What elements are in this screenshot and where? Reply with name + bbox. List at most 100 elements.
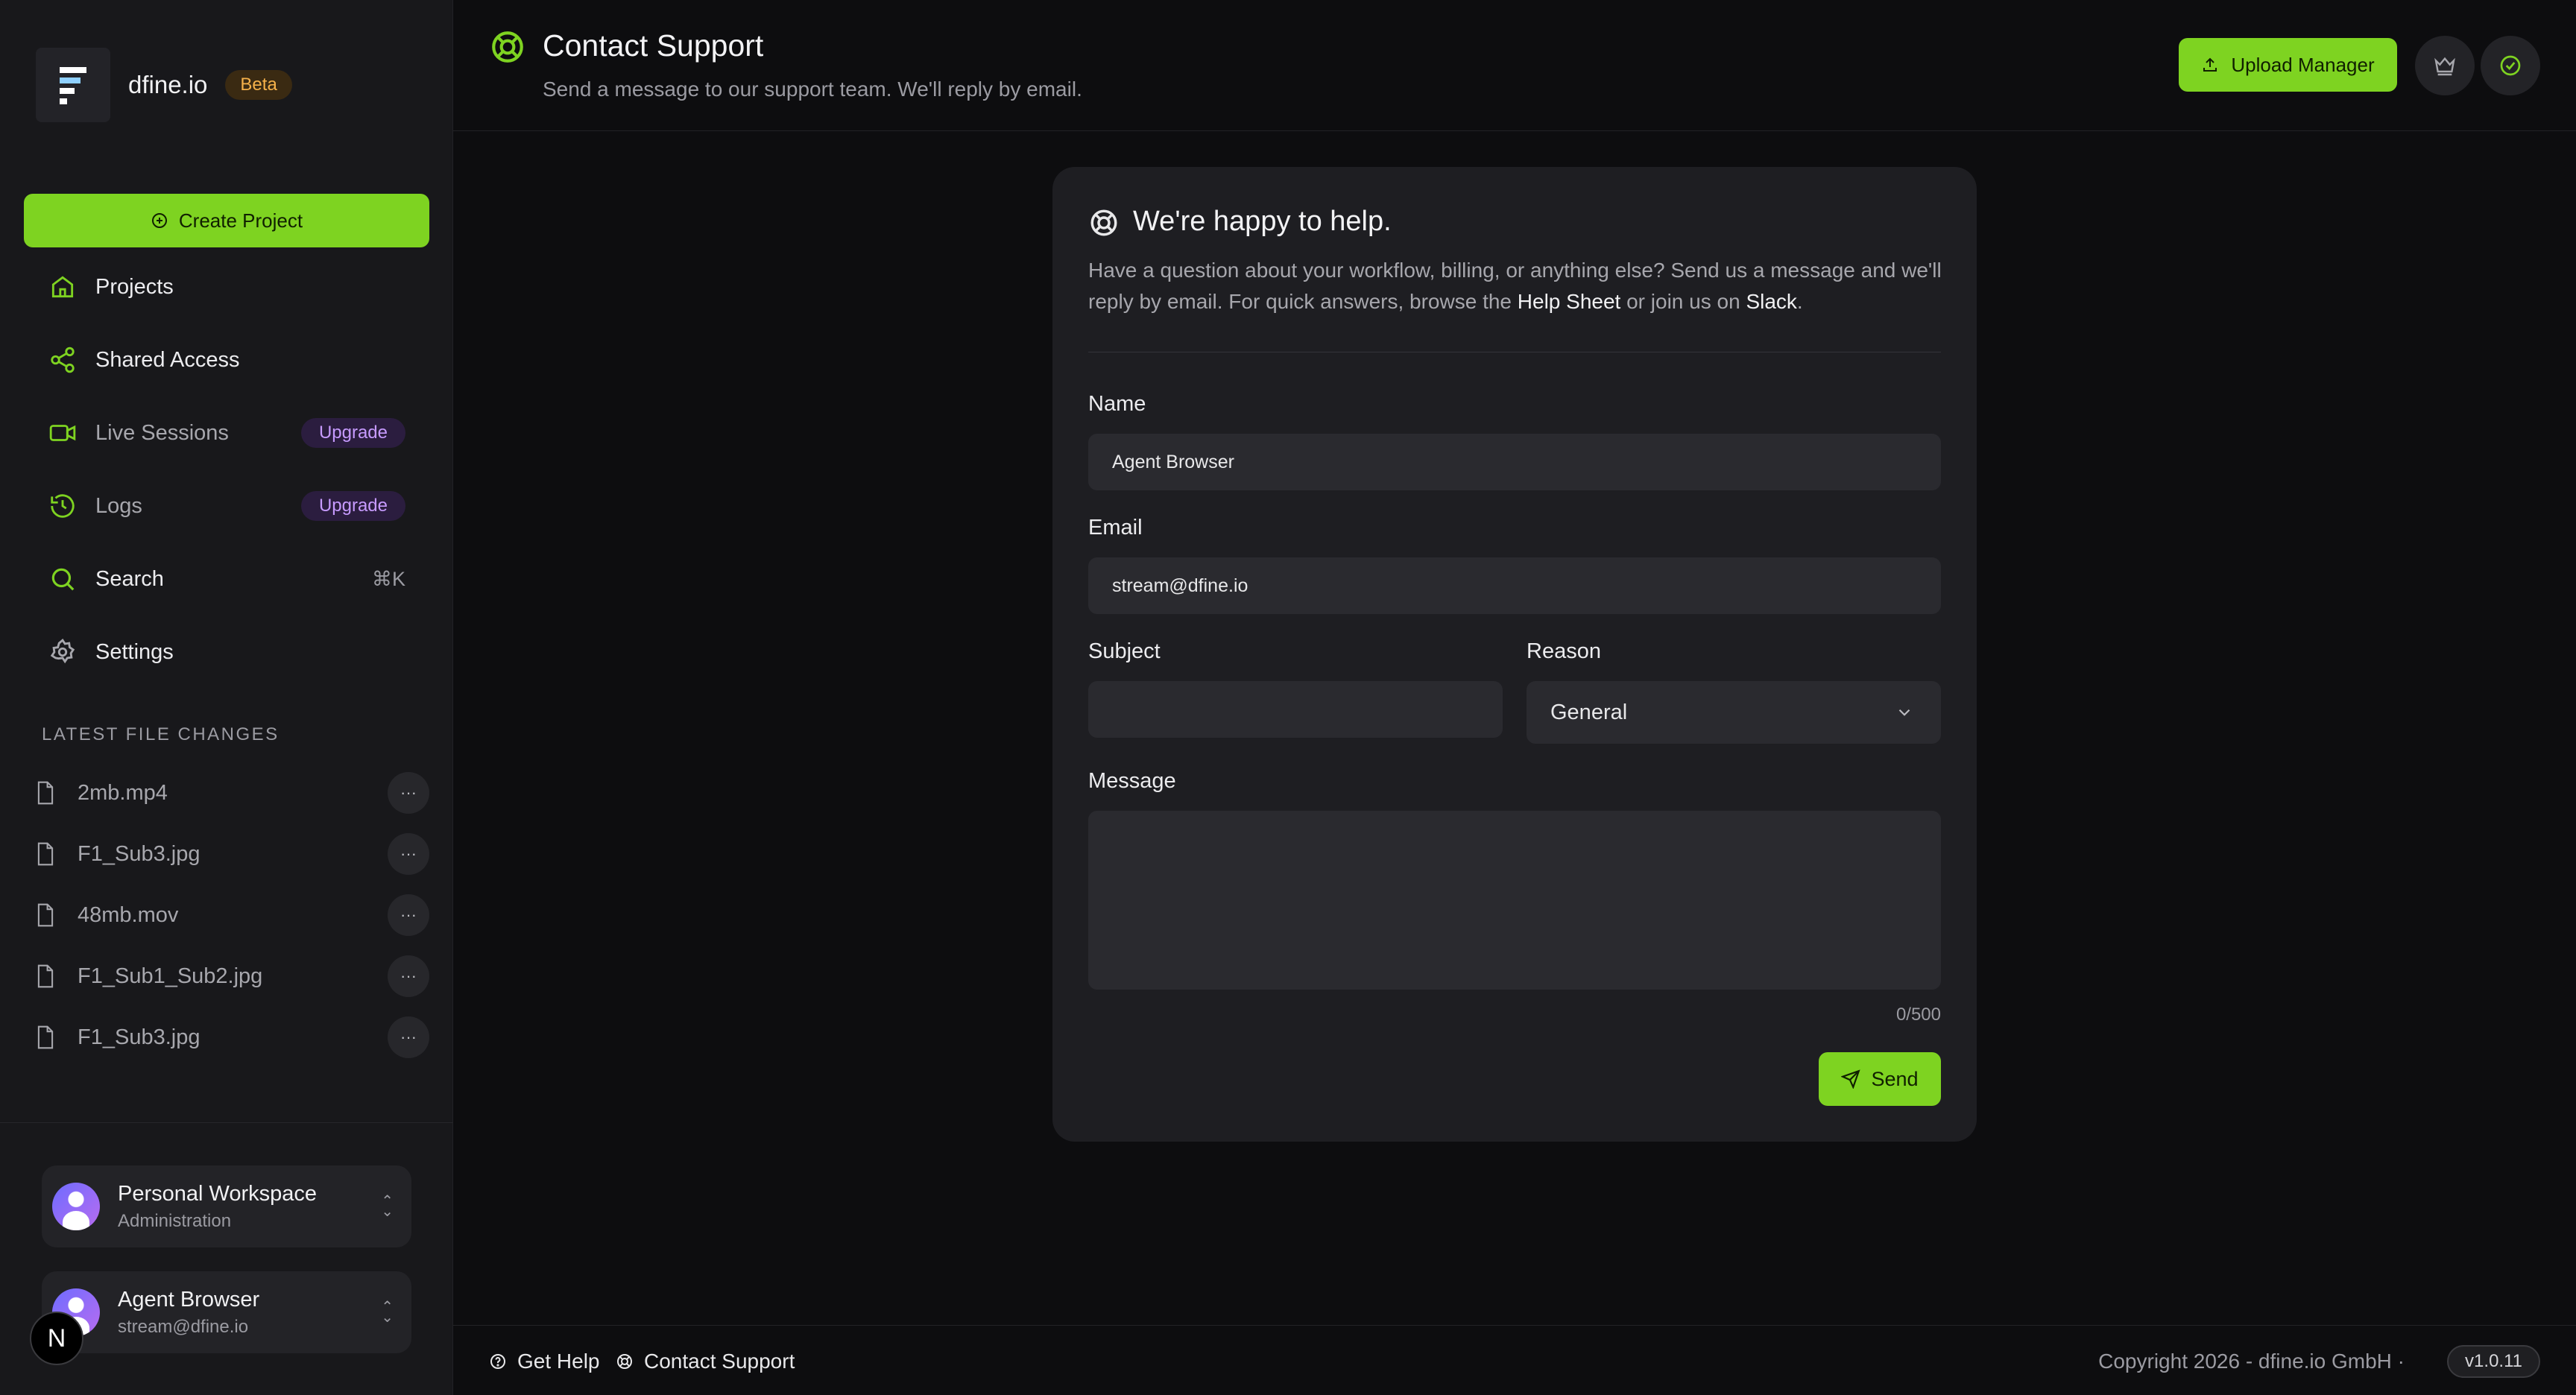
file-icon xyxy=(36,841,58,867)
slack-link[interactable]: Slack xyxy=(1746,290,1796,313)
nav-label: Settings xyxy=(95,639,174,664)
user-switcher[interactable]: Agent Browser stream@dfine.io ⌃ ⌄ xyxy=(42,1271,411,1353)
subject-label: Subject xyxy=(1088,639,1161,663)
nav-label: Logs xyxy=(95,493,142,518)
file-icon xyxy=(36,780,58,806)
plus-circle-icon xyxy=(151,213,167,228)
check-circle-icon xyxy=(2500,55,2521,76)
nav-label: Shared Access xyxy=(95,347,240,372)
file-icon xyxy=(36,1025,58,1050)
send-label: Send xyxy=(1871,1067,1919,1090)
sidebar-divider xyxy=(0,1122,453,1123)
message-label: Message xyxy=(1088,769,1176,793)
more-options-button[interactable]: ··· xyxy=(388,894,429,936)
create-project-button[interactable]: Create Project xyxy=(24,194,429,247)
file-item[interactable]: F1_Sub1_Sub2.jpg ··· xyxy=(36,954,429,999)
nav-item-live-sessions[interactable]: Live Sessions Upgrade xyxy=(24,403,429,463)
search-icon xyxy=(48,564,78,594)
message-textarea[interactable] xyxy=(1088,811,1941,990)
sidebar: dfine.io Beta Create Project Projects Sh… xyxy=(0,0,453,1395)
file-name: F1_Sub3.jpg xyxy=(78,1025,201,1049)
description-text: Have a question about your workflow, bil… xyxy=(1088,259,1942,313)
nav-item-projects[interactable]: Projects xyxy=(24,257,429,317)
file-name: F1_Sub1_Sub2.jpg xyxy=(78,964,263,988)
user-email: stream@dfine.io xyxy=(118,1316,249,1337)
reason-select[interactable]: General xyxy=(1527,681,1941,744)
card-title: We're happy to help. xyxy=(1133,206,1392,237)
file-item[interactable]: F1_Sub3.jpg ··· xyxy=(36,832,429,876)
send-button[interactable]: Send xyxy=(1819,1052,1941,1106)
gear-icon xyxy=(48,637,78,667)
name-label: Name xyxy=(1088,392,1146,416)
more-options-button[interactable]: ··· xyxy=(388,1016,429,1058)
footer: Get Help Contact Support Copyright 2026 … xyxy=(453,1325,2576,1395)
video-icon xyxy=(48,418,78,448)
reason-value: General xyxy=(1550,700,1628,724)
chevron-up-down-icon: ⌃ ⌄ xyxy=(381,1193,394,1220)
nav-label: Live Sessions xyxy=(95,420,229,445)
beta-badge: Beta xyxy=(225,70,292,100)
file-name: 48mb.mov xyxy=(78,902,179,927)
description-text: or join us on xyxy=(1620,290,1746,313)
upgrade-badge[interactable]: Upgrade xyxy=(300,418,405,448)
home-icon xyxy=(48,272,78,302)
upgrade-badge[interactable]: Upgrade xyxy=(300,491,405,521)
nav-item-settings[interactable]: Settings xyxy=(24,622,429,682)
name-input[interactable]: Agent Browser xyxy=(1088,434,1941,490)
contact-support-link[interactable]: Contact Support xyxy=(616,1350,795,1373)
upload-manager-button[interactable]: Upload Manager xyxy=(2179,38,2397,92)
status-button[interactable] xyxy=(2481,36,2540,95)
version-badge: v1.0.11 xyxy=(2447,1345,2540,1378)
crown-icon xyxy=(2434,57,2455,76)
workspace-title: Personal Workspace xyxy=(118,1181,318,1206)
nav-item-logs[interactable]: Logs Upgrade xyxy=(24,476,429,536)
file-item[interactable]: 2mb.mp4 ··· xyxy=(36,771,429,815)
file-name: 2mb.mp4 xyxy=(78,780,168,805)
brand-name: dfine.io xyxy=(128,71,208,98)
upload-icon xyxy=(2203,57,2217,72)
page-title: Contact Support xyxy=(543,28,764,63)
reason-label: Reason xyxy=(1527,639,1601,663)
n-badge[interactable]: N xyxy=(30,1312,83,1365)
user-name: Agent Browser xyxy=(118,1287,260,1312)
latest-file-changes-title: LATEST FILE CHANGES xyxy=(42,724,280,744)
card-description: Have a question about your workflow, bil… xyxy=(1088,255,1953,317)
workspace-switcher[interactable]: Personal Workspace Administration ⌃ ⌄ xyxy=(42,1165,411,1247)
more-options-button[interactable]: ··· xyxy=(388,833,429,875)
character-counter: 0/500 xyxy=(1895,1005,1941,1025)
avatar xyxy=(52,1183,100,1230)
copyright: Copyright 2026 - dfine.io GmbH · xyxy=(2098,1350,2405,1373)
crown-button[interactable] xyxy=(2415,36,2475,95)
chevron-down-icon xyxy=(1898,709,1910,716)
more-options-button[interactable]: ··· xyxy=(388,955,429,997)
nav-item-shared-access[interactable]: Shared Access xyxy=(24,330,429,390)
share-icon xyxy=(48,345,78,375)
logo-icon xyxy=(36,48,110,122)
email-label: Email xyxy=(1088,516,1143,540)
lifebuoy-icon xyxy=(492,31,523,63)
search-shortcut: ⌘K xyxy=(371,567,405,590)
file-icon xyxy=(36,964,58,989)
file-icon xyxy=(36,902,58,928)
get-help-link[interactable]: Get Help xyxy=(489,1350,600,1373)
file-item[interactable]: F1_Sub3.jpg ··· xyxy=(36,1015,429,1060)
upload-manager-label: Upload Manager xyxy=(2231,53,2375,76)
description-text: . xyxy=(1796,290,1803,313)
email-input[interactable]: stream@dfine.io xyxy=(1088,557,1941,614)
nav-item-search[interactable]: Search ⌘K xyxy=(24,549,429,609)
workspace-subtitle: Administration xyxy=(118,1210,232,1231)
help-circle-icon xyxy=(490,1354,505,1369)
more-options-button[interactable]: ··· xyxy=(388,772,429,814)
contact-support-label: Contact Support xyxy=(644,1350,795,1373)
chevron-up-down-icon: ⌃ ⌄ xyxy=(381,1299,394,1326)
file-name: F1_Sub3.jpg xyxy=(78,841,201,866)
brand[interactable]: dfine.io Beta xyxy=(36,48,292,122)
subject-input[interactable] xyxy=(1088,681,1503,738)
lifebuoy-icon xyxy=(617,1354,632,1369)
nav-label: Search xyxy=(95,566,164,591)
nav-label: Projects xyxy=(95,274,174,299)
file-item[interactable]: 48mb.mov ··· xyxy=(36,893,429,937)
send-icon xyxy=(1841,1069,1861,1089)
help-sheet-link[interactable]: Help Sheet xyxy=(1518,290,1621,313)
page-subtitle: Send a message to our support team. We'l… xyxy=(543,78,1082,101)
